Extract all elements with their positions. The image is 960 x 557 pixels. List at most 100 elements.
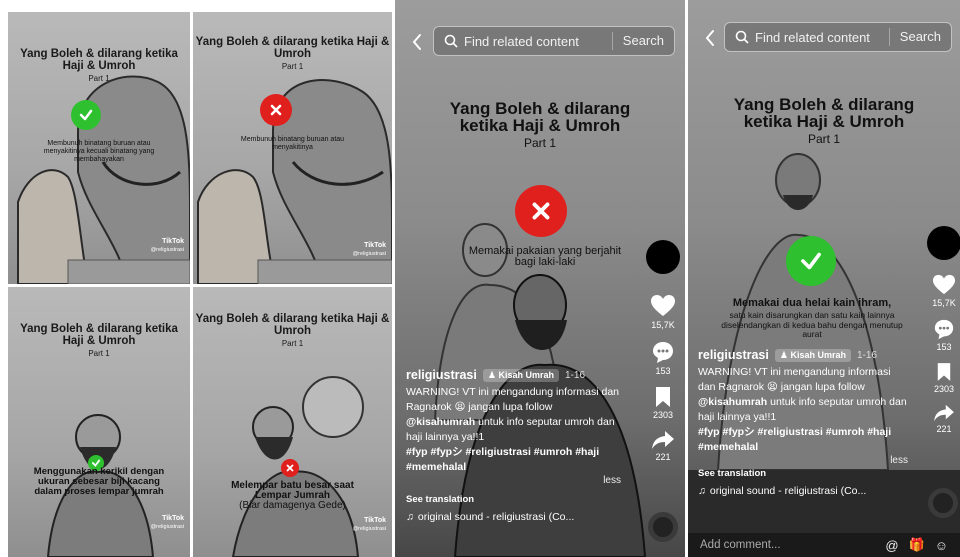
tile-caption: Menggunakan kerikil dengan ukuran sebesa…: [33, 466, 165, 497]
hashtags[interactable]: #fyp #fypシ #religiustrasi #umroh #haji #…: [698, 425, 908, 455]
back-button[interactable]: [700, 26, 720, 50]
like-button[interactable]: 15,7K: [650, 294, 676, 330]
save-button[interactable]: 2303: [934, 362, 954, 394]
share-button[interactable]: 221: [933, 404, 955, 434]
hashtags[interactable]: #fyp #fypシ #religiustrasi #umroh #haji #…: [406, 445, 621, 475]
sound-disc[interactable]: [928, 488, 958, 518]
bookmark-icon: [937, 363, 951, 381]
tiktok-watermark: TikTok @religiustrasi: [151, 515, 184, 531]
gift-icon[interactable]: 🎁: [909, 537, 925, 553]
cross-icon: [515, 185, 567, 237]
search-bar[interactable]: Find related content Search: [724, 22, 952, 52]
watermark-user: @religiustrasi: [150, 247, 184, 253]
share-button[interactable]: 221: [651, 430, 675, 462]
watermark-user: @religiustrasi: [352, 526, 386, 532]
sound-disc[interactable]: [648, 512, 678, 542]
comment-icon: [934, 319, 954, 340]
save-count: 2303: [933, 384, 955, 394]
comment-input[interactable]: Add comment...: [700, 539, 875, 551]
grid-tile-4[interactable]: Yang Boleh & dilarang ketika Haji & Umro…: [193, 287, 392, 557]
back-button[interactable]: [407, 30, 427, 54]
top-bar: Find related content Search: [688, 22, 960, 54]
grid-tile-1[interactable]: Yang Boleh & dilarang ketika Haji & Umro…: [8, 12, 190, 284]
desc-part-1: WARNING! VT ini mengandung informasi dan…: [406, 386, 620, 413]
less-toggle[interactable]: less: [698, 455, 908, 466]
tile-title-text: Yang Boleh & dilarang ketika Haji & Umro…: [20, 323, 178, 347]
grid-tile-3[interactable]: Yang Boleh & dilarang ketika Haji & Umro…: [8, 287, 190, 557]
heart-icon: [933, 274, 955, 295]
music-note-icon: ♫: [698, 485, 706, 497]
share-icon: [934, 404, 954, 422]
search-button[interactable]: Search: [888, 28, 951, 46]
watermark-text: TikTok: [364, 242, 386, 249]
post-date: 1-16: [565, 369, 586, 381]
watermark-text: TikTok: [162, 515, 184, 522]
video-title: Yang Boleh & dilarang ketika Haji & Umro…: [718, 96, 930, 148]
see-translation-link[interactable]: See translation: [698, 468, 908, 479]
collection-badge[interactable]: ♟ Kisah Umrah: [774, 348, 851, 362]
video-caption: Memakai dua helai kain ihram, satu kain …: [712, 298, 912, 340]
mention-link[interactable]: @kisahumrah: [406, 416, 475, 428]
tile-caption: Membunuh binatang buruan atau menyakitin…: [240, 136, 345, 151]
tile-title-text: Yang Boleh & dilarang ketika Haji & Umro…: [195, 313, 390, 337]
tile-title: Yang Boleh & dilarang ketika Haji & Umro…: [193, 36, 392, 73]
music-note-icon: ♫: [406, 511, 414, 523]
share-icon: [652, 431, 674, 449]
comment-icon: [653, 342, 673, 363]
action-rail: 15,7K 153 2303 221: [645, 240, 681, 472]
comment-button[interactable]: 153: [651, 340, 675, 376]
less-toggle[interactable]: less: [406, 475, 621, 486]
tiktok-video-screen-2: Find related content Search Yang Boleh &…: [688, 0, 960, 557]
sound-row[interactable]: ♫ original sound - religiustrasi (Co...: [406, 511, 621, 523]
save-button[interactable]: 2303: [653, 386, 673, 420]
search-icon: [735, 30, 749, 44]
avatar[interactable]: [646, 240, 680, 274]
search-input[interactable]: Find related content: [755, 30, 889, 45]
username[interactable]: religiustrasi: [406, 368, 477, 382]
search-bar[interactable]: Find related content Search: [433, 26, 675, 56]
sound-row[interactable]: ♫ original sound - religiustrasi (Co...: [698, 485, 908, 497]
mention-link[interactable]: @kisahumrah: [698, 396, 767, 408]
collection-badge[interactable]: ♟ Kisah Umrah: [482, 368, 559, 382]
tile-part: Part 1: [88, 349, 110, 358]
caption-main: Memakai dua helai kain ihram,: [732, 297, 892, 309]
tiktok-video-screen-1: Find related content Search Yang Boleh &…: [395, 0, 685, 557]
tile-title: Yang Boleh & dilarang ketika Haji & Umro…: [8, 48, 190, 85]
like-button[interactable]: 15,7K: [932, 274, 956, 308]
tile-title-text: Yang Boleh & dilarang ketika Haji & Umro…: [20, 48, 178, 72]
search-input[interactable]: Find related content: [464, 34, 612, 49]
mention-icon[interactable]: @: [885, 538, 898, 553]
description-text: WARNING! VT ini mengandung informasi dan…: [406, 385, 621, 475]
sound-label: original sound - religiustrasi (Co...: [709, 485, 867, 497]
tile-title-text: Yang Boleh & dilarang ketika Haji & Umro…: [195, 36, 390, 60]
cross-icon: [281, 459, 299, 477]
grid-tile-2[interactable]: Yang Boleh & dilarang ketika Haji & Umro…: [193, 12, 392, 284]
author-row: religiustrasi ♟ Kisah Umrah 1-16: [406, 368, 621, 382]
see-translation-link[interactable]: See translation: [406, 494, 621, 505]
share-count: 221: [655, 452, 671, 462]
tile-title: Yang Boleh & dilarang ketika Haji & Umro…: [8, 323, 190, 360]
cross-icon: [260, 94, 292, 126]
bookmark-icon: [656, 387, 670, 407]
avatar[interactable]: [927, 226, 960, 260]
action-rail: 15,7K 153 2303 221: [926, 226, 960, 444]
username[interactable]: religiustrasi: [698, 348, 769, 362]
emoji-icon[interactable]: ☺: [935, 538, 948, 553]
tiktok-watermark: TikTok @religiustrasi: [151, 238, 184, 254]
video-caption: Memakai pakaian yang berjahit bagi laki-…: [468, 245, 622, 268]
video-title-text: Yang Boleh & dilarang ketika Haji & Umro…: [449, 99, 631, 135]
chevron-left-icon: [705, 30, 714, 46]
comment-button[interactable]: 153: [933, 318, 955, 352]
like-count: 15,7K: [651, 320, 675, 330]
search-button[interactable]: Search: [611, 32, 674, 50]
check-icon: [786, 236, 836, 286]
video-title: Yang Boleh & dilarang ketika Haji & Umro…: [425, 100, 655, 152]
description-text: WARNING! VT ini mengandung informasi dan…: [698, 365, 908, 455]
comment-bar[interactable]: Add comment... @ 🎁 ☺: [688, 533, 960, 557]
post-date: 1-16: [857, 349, 878, 361]
tile-part: Part 1: [281, 62, 304, 71]
like-count: 15,7K: [932, 298, 956, 308]
tile-caption: Membunuh binatang buruan atau menyakitin…: [43, 140, 155, 163]
tiktok-watermark: TikTok @religiustrasi: [353, 242, 386, 258]
tile-title: Yang Boleh & dilarang ketika Haji & Umro…: [193, 313, 392, 350]
